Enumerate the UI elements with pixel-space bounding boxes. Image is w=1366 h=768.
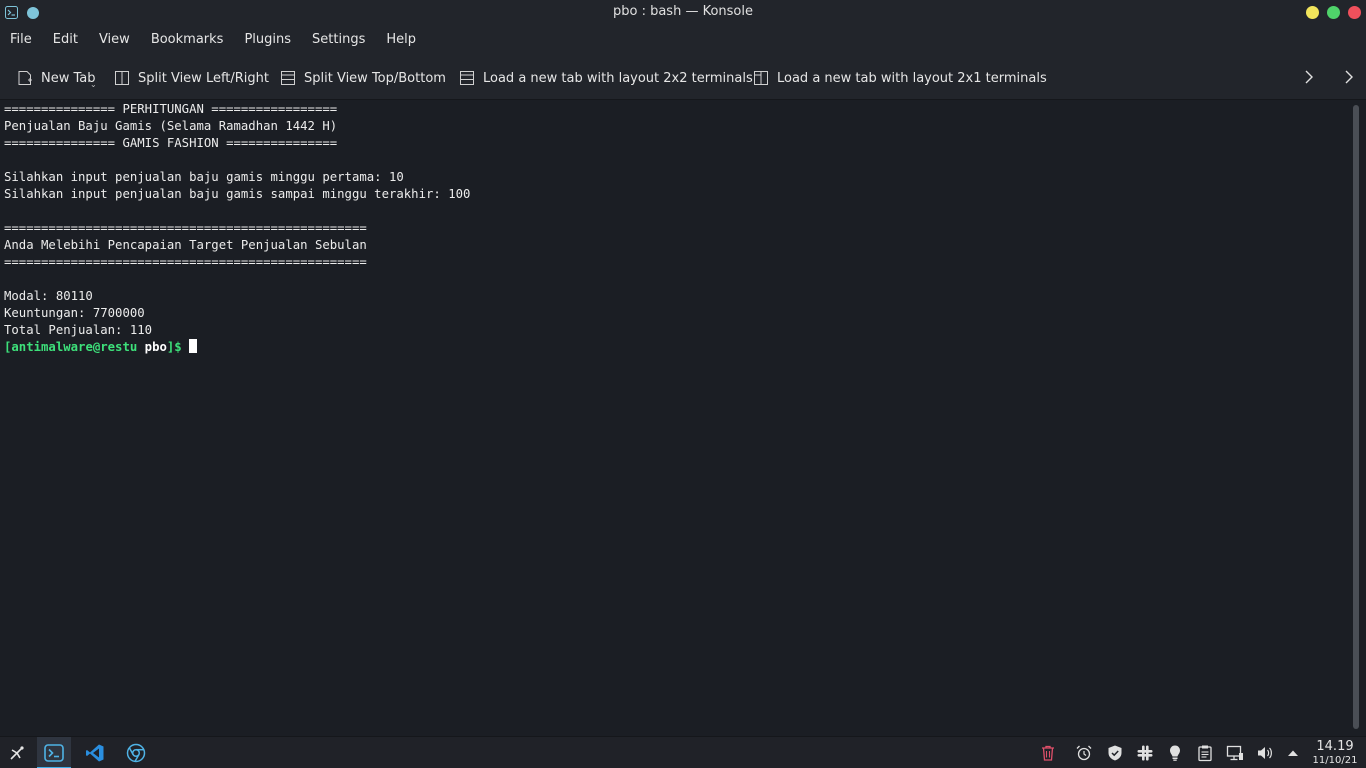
new-tab-icon [18, 71, 32, 85]
split-horizontal-icon [281, 71, 295, 85]
konsole-icon [44, 744, 64, 762]
split-lr-label: Split View Left/Right [138, 70, 270, 86]
new-tab-button[interactable]: New Tab [17, 68, 96, 88]
volume-icon[interactable] [1256, 744, 1274, 762]
shell-prompt[interactable]: [antimalware@restu pbo]$ [4, 339, 1346, 356]
taskbar-konsole[interactable] [37, 737, 71, 768]
menu-file[interactable]: File [10, 32, 32, 47]
prompt-user-host: antimalware@restu [11, 340, 138, 354]
terminal-line: Anda Melebihi Pencapaian Target Penjuala… [4, 238, 367, 252]
terminal-line: Modal: 80110 [4, 289, 93, 303]
terminal-line: Silahkan input penjualan baju gamis samp… [4, 187, 471, 201]
menu-bar: File Edit View Bookmarks Plugins Setting… [0, 26, 1366, 52]
layout-2x1-label: Load a new tab with layout 2x1 terminals [777, 70, 1047, 86]
split-view-top-bottom-button[interactable]: Split View Top/Bottom [280, 68, 446, 88]
layout-2x1-button[interactable]: Load a new tab with layout 2x1 terminals [753, 68, 1047, 88]
digital-clock[interactable]: 14.19 11/10/21 [1310, 739, 1360, 767]
terminal-line: Total Penjualan: 110 [4, 323, 153, 337]
chrome-icon [126, 743, 146, 763]
network-icon[interactable] [1226, 744, 1244, 762]
launcher-icon [10, 746, 24, 760]
terminal-line: ========================================… [4, 255, 367, 269]
clock-time: 14.19 [1316, 739, 1354, 754]
close-button[interactable] [1348, 6, 1361, 19]
title-bar: pbo : bash — Konsole [0, 0, 1366, 26]
menu-bookmarks[interactable]: Bookmarks [151, 32, 224, 47]
lightbulb-icon[interactable] [1166, 744, 1184, 762]
toolbar: New Tab Split View Left/Right Split View… [0, 52, 1366, 100]
taskbar: 14.19 11/10/21 [0, 736, 1366, 768]
layout-grid-icon [460, 71, 474, 85]
window-title: pbo : bash — Konsole [612, 4, 753, 19]
split-view-left-right-button[interactable]: Split View Left/Right [114, 68, 269, 88]
menu-view[interactable]: View [99, 32, 130, 47]
terminal-line: ========================================… [4, 221, 367, 235]
trash-icon[interactable] [1039, 744, 1057, 762]
terminal-line: =============== PERHITUNGAN ============… [4, 102, 338, 116]
new-tab-dropdown-icon[interactable]: ⌄ [90, 80, 97, 89]
menu-plugins[interactable]: Plugins [244, 32, 291, 47]
new-tab-label: New Tab [41, 70, 96, 86]
taskbar-chrome[interactable] [119, 737, 153, 768]
toolbar-overflow-icon[interactable] [1340, 67, 1358, 87]
layout-columns-icon [754, 71, 768, 85]
shield-icon[interactable] [1106, 744, 1124, 762]
slack-icon[interactable] [1136, 744, 1154, 762]
prompt-directory: pbo [137, 340, 167, 354]
chevron-right-icon[interactable] [1300, 67, 1318, 87]
split-tb-label: Split View Top/Bottom [304, 70, 446, 86]
tray-expand-icon[interactable] [1284, 744, 1302, 762]
terminal-view[interactable]: =============== PERHITUNGAN ============… [0, 101, 1350, 735]
terminal-line: Keuntungan: 7700000 [4, 306, 145, 320]
menu-help[interactable]: Help [386, 32, 416, 47]
vscode-icon [86, 744, 104, 762]
terminal-line: Silahkan input penjualan baju gamis ming… [4, 170, 404, 184]
scrollbar-thumb[interactable] [1353, 105, 1359, 729]
clock-date: 11/10/21 [1312, 755, 1358, 766]
application-launcher[interactable] [0, 737, 34, 768]
text-cursor [189, 339, 198, 353]
clipboard-icon[interactable] [1196, 744, 1214, 762]
terminal-line: =============== GAMIS FASHION ==========… [4, 136, 338, 150]
terminal-scrollbar[interactable] [1350, 101, 1366, 735]
menu-settings[interactable]: Settings [312, 32, 365, 47]
layout-2x2-button[interactable]: Load a new tab with layout 2x2 terminals [459, 68, 753, 88]
maximize-button[interactable] [1327, 6, 1340, 19]
alarm-icon[interactable] [1075, 744, 1093, 762]
layout-2x2-label: Load a new tab with layout 2x2 terminals [483, 70, 753, 86]
split-vertical-icon [115, 71, 129, 85]
terminal-line: Penjualan Baju Gamis (Selama Ramadhan 14… [4, 119, 338, 133]
minimize-button[interactable] [1306, 6, 1319, 19]
menu-edit[interactable]: Edit [53, 32, 78, 47]
prompt-close: ]$ [166, 340, 190, 354]
taskbar-vscode[interactable] [78, 737, 112, 768]
